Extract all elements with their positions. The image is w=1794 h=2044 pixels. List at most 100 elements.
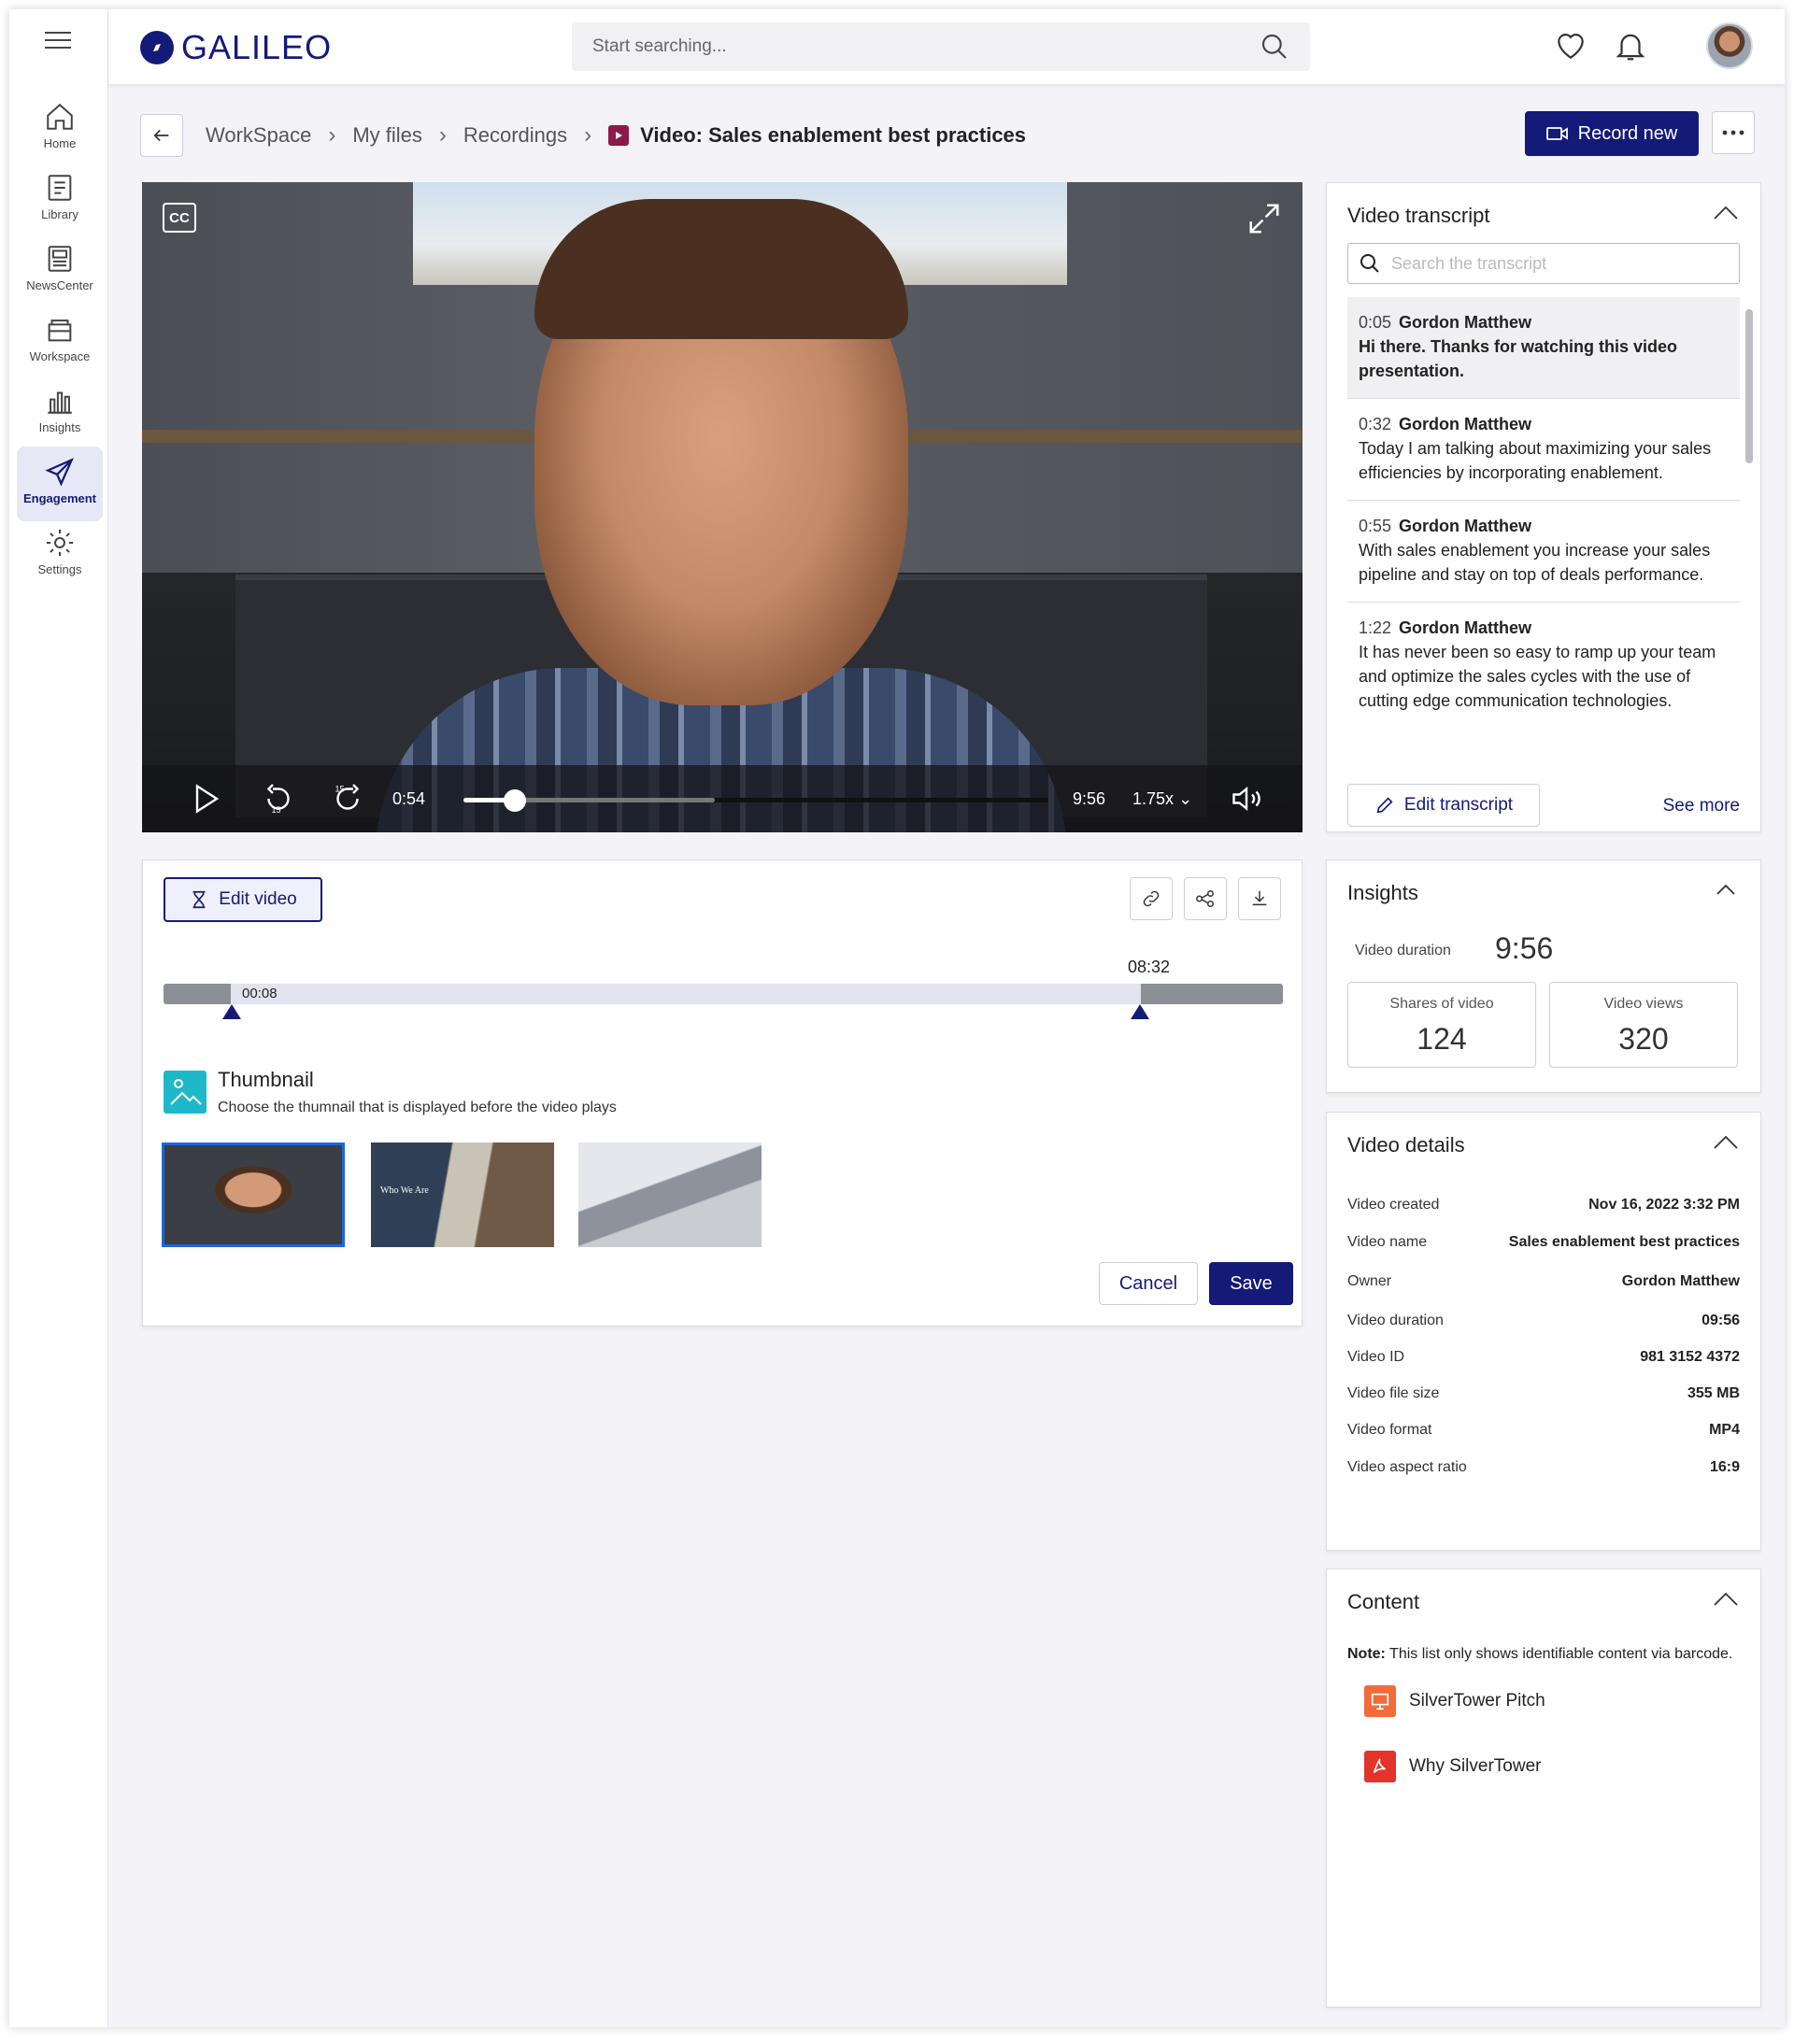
edit-video-panel: Edit video 08:32 00:08 Thumbnail Choose … xyxy=(142,859,1303,1327)
fullscreen-icon[interactable] xyxy=(1246,201,1282,236)
detail-value: MP4 xyxy=(1709,1422,1740,1438)
breadcrumb-current: Video: Sales enablement best practices xyxy=(608,123,1026,148)
chevron-up-icon[interactable] xyxy=(1712,1590,1740,1609)
trim-end-handle[interactable] xyxy=(1131,1004,1149,1019)
sidebar-item-insights[interactable]: Insights xyxy=(17,376,103,450)
avatar[interactable] xyxy=(1706,22,1753,69)
content-title: Content xyxy=(1347,1590,1420,1613)
chevron-right-icon: › xyxy=(438,122,447,148)
menu-icon[interactable] xyxy=(45,32,71,50)
detail-value: 16:9 xyxy=(1709,1459,1740,1475)
edit-video-button[interactable]: Edit video xyxy=(164,877,322,922)
play-icon[interactable] xyxy=(189,782,222,816)
transcript-title: Video transcript xyxy=(1347,204,1490,227)
thumbnail-title: Thumbnail xyxy=(218,1068,314,1091)
closed-captions-button[interactable]: CC xyxy=(163,203,196,233)
insights-title: Insights xyxy=(1347,881,1418,904)
topbar: GALILEO xyxy=(108,9,1785,84)
entry-text: Today I am talking about maximizing your… xyxy=(1359,439,1712,482)
back-button[interactable] xyxy=(140,114,183,157)
forward-seconds: 15 xyxy=(335,785,345,794)
transcript-entry[interactable]: 1:22 Gordon Matthew It has never been so … xyxy=(1347,603,1740,728)
compass-icon xyxy=(140,31,174,64)
detail-key: Video aspect ratio xyxy=(1347,1459,1467,1475)
arrow-left-icon xyxy=(153,129,169,142)
detail-value: Sales enablement best practices xyxy=(1508,1234,1740,1250)
sidebar-item-settings[interactable]: Settings xyxy=(17,518,103,592)
chevron-right-icon: › xyxy=(328,122,336,148)
video-player[interactable]: CC 15 15 0:54 9:56 1.75x ⌄ xyxy=(142,182,1303,832)
detail-key: Video created xyxy=(1347,1197,1440,1213)
transcript-scrollbar[interactable] xyxy=(1745,309,1753,463)
more-options-button[interactable] xyxy=(1712,111,1755,154)
chevron-up-icon[interactable] xyxy=(1712,204,1740,222)
pdf-icon xyxy=(1364,1751,1396,1782)
sidebar-item-home[interactable]: Home xyxy=(17,92,103,166)
transcript-entry[interactable]: 0:32 Gordon Matthew Today I am talking ab… xyxy=(1347,399,1740,501)
playback-speed-value: 1.75x xyxy=(1132,789,1175,808)
chevron-up-icon[interactable] xyxy=(1712,881,1740,900)
hourglass-icon xyxy=(192,890,206,909)
trim-excluded-start xyxy=(164,984,231,1004)
record-new-button[interactable]: Record new xyxy=(1525,111,1699,156)
video-camera-icon xyxy=(1545,127,1568,140)
thumbnail-option-2[interactable]: Who We Are xyxy=(371,1143,554,1247)
trim-bar[interactable]: 00:08 xyxy=(164,984,1283,1004)
duration-time: 9:56 xyxy=(1073,789,1106,808)
heart-icon[interactable] xyxy=(1553,28,1588,64)
content-item[interactable]: Why SilverTower xyxy=(1364,1751,1541,1782)
transcript-search-input[interactable] xyxy=(1347,243,1740,284)
rewind-seconds: 15 xyxy=(272,805,281,815)
search-icon[interactable] xyxy=(1260,32,1289,62)
search-input[interactable] xyxy=(572,22,1310,71)
content-item[interactable]: SilverTower Pitch xyxy=(1364,1685,1545,1717)
save-button[interactable]: Save xyxy=(1209,1262,1293,1305)
thumbnail-option-1[interactable] xyxy=(162,1143,345,1247)
playback-speed-select[interactable]: 1.75x ⌄ xyxy=(1132,789,1192,809)
search-icon xyxy=(1360,254,1379,273)
edit-transcript-label: Edit transcript xyxy=(1403,795,1514,815)
chevron-right-icon: › xyxy=(584,122,592,148)
cancel-button[interactable]: Cancel xyxy=(1099,1262,1198,1305)
entry-speaker: Gordon Matthew xyxy=(1399,415,1532,433)
volume-icon[interactable] xyxy=(1230,782,1263,816)
rewind-icon[interactable]: 15 xyxy=(262,782,295,816)
page-title: Video: Sales enablement best practices xyxy=(640,123,1027,147)
copy-link-button[interactable] xyxy=(1130,877,1173,920)
shares-stat: Shares of video 124 xyxy=(1347,982,1536,1068)
transcript-entry[interactable]: 0:55 Gordon Matthew With sales enablement… xyxy=(1347,501,1740,603)
breadcrumb-item-my-files[interactable]: My files xyxy=(352,123,422,148)
bell-icon[interactable] xyxy=(1613,28,1648,64)
workspace-icon xyxy=(48,319,72,342)
chevron-up-icon[interactable] xyxy=(1712,1133,1740,1152)
sidebar-item-label: Settings xyxy=(37,562,82,576)
detail-key: Video name xyxy=(1347,1234,1428,1250)
breadcrumb-item-recordings[interactable]: Recordings xyxy=(463,123,567,148)
sidebar-item-newscenter[interactable]: NewsCenter xyxy=(17,234,103,308)
thumbnail-subtitle: Choose the thumnail that is displayed be… xyxy=(218,1100,617,1115)
logo[interactable]: GALILEO xyxy=(140,28,332,67)
download-button[interactable] xyxy=(1238,877,1281,920)
seek-handle[interactable] xyxy=(504,789,526,812)
edit-transcript-button[interactable]: Edit transcript xyxy=(1347,784,1540,827)
thumbnail-option-3[interactable] xyxy=(578,1143,762,1247)
detail-row: Video file size 355 MB xyxy=(1347,1385,1740,1402)
share-button[interactable] xyxy=(1184,877,1227,920)
sidebar-item-workspace[interactable]: Workspace xyxy=(17,305,103,379)
entry-text: Hi there. Thanks for watching this video… xyxy=(1359,337,1678,380)
sidebar-item-engagement[interactable]: Engagement xyxy=(17,447,103,521)
sidebar-item-library[interactable]: Library xyxy=(17,163,103,237)
seek-bar[interactable] xyxy=(463,798,1048,802)
video-frame-hair xyxy=(534,199,908,339)
sidebar-item-label: Engagement xyxy=(22,491,96,505)
record-new-label: Record new xyxy=(1577,122,1678,144)
see-more-link[interactable]: See more xyxy=(1663,796,1740,816)
logo-text: GALILEO xyxy=(181,28,333,66)
trim-start-handle[interactable] xyxy=(222,1004,241,1019)
transcript-entry[interactable]: 0:05 Gordon Matthew Hi there. Thanks for … xyxy=(1347,297,1740,399)
thumbnail-caption: Who We Are xyxy=(380,1185,429,1196)
forward-icon[interactable]: 15 xyxy=(331,782,364,816)
link-icon xyxy=(1143,890,1160,907)
breadcrumb-item-workspace[interactable]: WorkSpace xyxy=(206,123,311,148)
sidebar-item-label: Home xyxy=(43,136,77,150)
